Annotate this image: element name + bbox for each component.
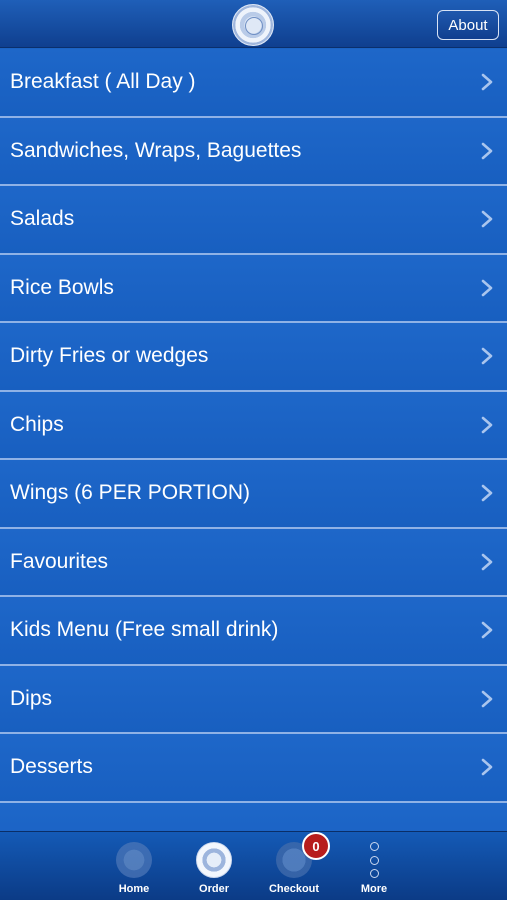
chevron-right-icon [481,758,493,776]
menu-item[interactable]: Favourites [0,528,507,597]
tab-label: Home [118,883,150,895]
menu-item[interactable]: Desserts [0,734,507,803]
tab-label: More [360,883,388,895]
home-icon [116,842,152,878]
menu-item-label: Sandwiches, Wraps, Baguettes [10,138,302,162]
menu-category-list: Breakfast ( All Day ) Sandwiches, Wraps,… [0,49,507,831]
menu-item[interactable]: Dips [0,665,507,734]
menu-item[interactable]: Kids Menu (Free small drink) [0,597,507,666]
chevron-right-icon [481,484,493,502]
tab-label: Checkout [268,883,320,895]
menu-item-label: Favourites [10,549,109,573]
chevron-right-icon [481,416,493,434]
chevron-right-icon [481,279,493,297]
menu-item-label: Breakfast ( All Day ) [10,70,196,94]
menu-item[interactable]: Chips [0,391,507,460]
menu-item[interactable]: Breakfast ( All Day ) [0,49,507,118]
chevron-right-icon [481,142,493,160]
menu-item-label: Kids Menu (Free small drink) [10,618,279,642]
logo-seal-icon [232,4,274,46]
chevron-right-icon [481,210,493,228]
tab-order[interactable]: Order [174,832,254,900]
tab-more[interactable]: More [334,832,414,900]
menu-item-label: Rice Bowls [10,275,114,299]
menu-item-label: Chips [10,412,64,436]
menu-item-label: Desserts [10,755,93,779]
menu-item[interactable]: Rice Bowls [0,254,507,323]
top-nav-bar: About [0,0,507,48]
chevron-right-icon [481,621,493,639]
menu-item[interactable]: Salads [0,186,507,255]
menu-item-label: Dips [10,686,53,710]
chevron-right-icon [481,553,493,571]
chevron-right-icon [481,73,493,91]
order-icon [196,842,232,878]
chevron-right-icon [481,347,493,365]
tab-label: Order [199,883,229,895]
menu-item-label: Dirty Fries or wedges [10,344,209,368]
menu-item[interactable]: Sandwiches, Wraps, Baguettes [0,117,507,186]
menu-item-label: Wings (6 PER PORTION) [10,481,250,505]
more-dots-icon [367,842,381,878]
tab-home[interactable]: Home [94,832,174,900]
chevron-right-icon [481,690,493,708]
menu-item-label: Salads [10,207,75,231]
menu-item[interactable]: Wings (6 PER PORTION) [0,460,507,529]
bottom-tab-bar: Home Order Checkout More [0,831,507,900]
menu-item[interactable]: Dirty Fries or wedges [0,323,507,392]
menu-item-partially-hidden[interactable] [0,802,507,831]
cart-count-badge: 0 [302,832,330,860]
about-button[interactable]: About [437,10,499,40]
